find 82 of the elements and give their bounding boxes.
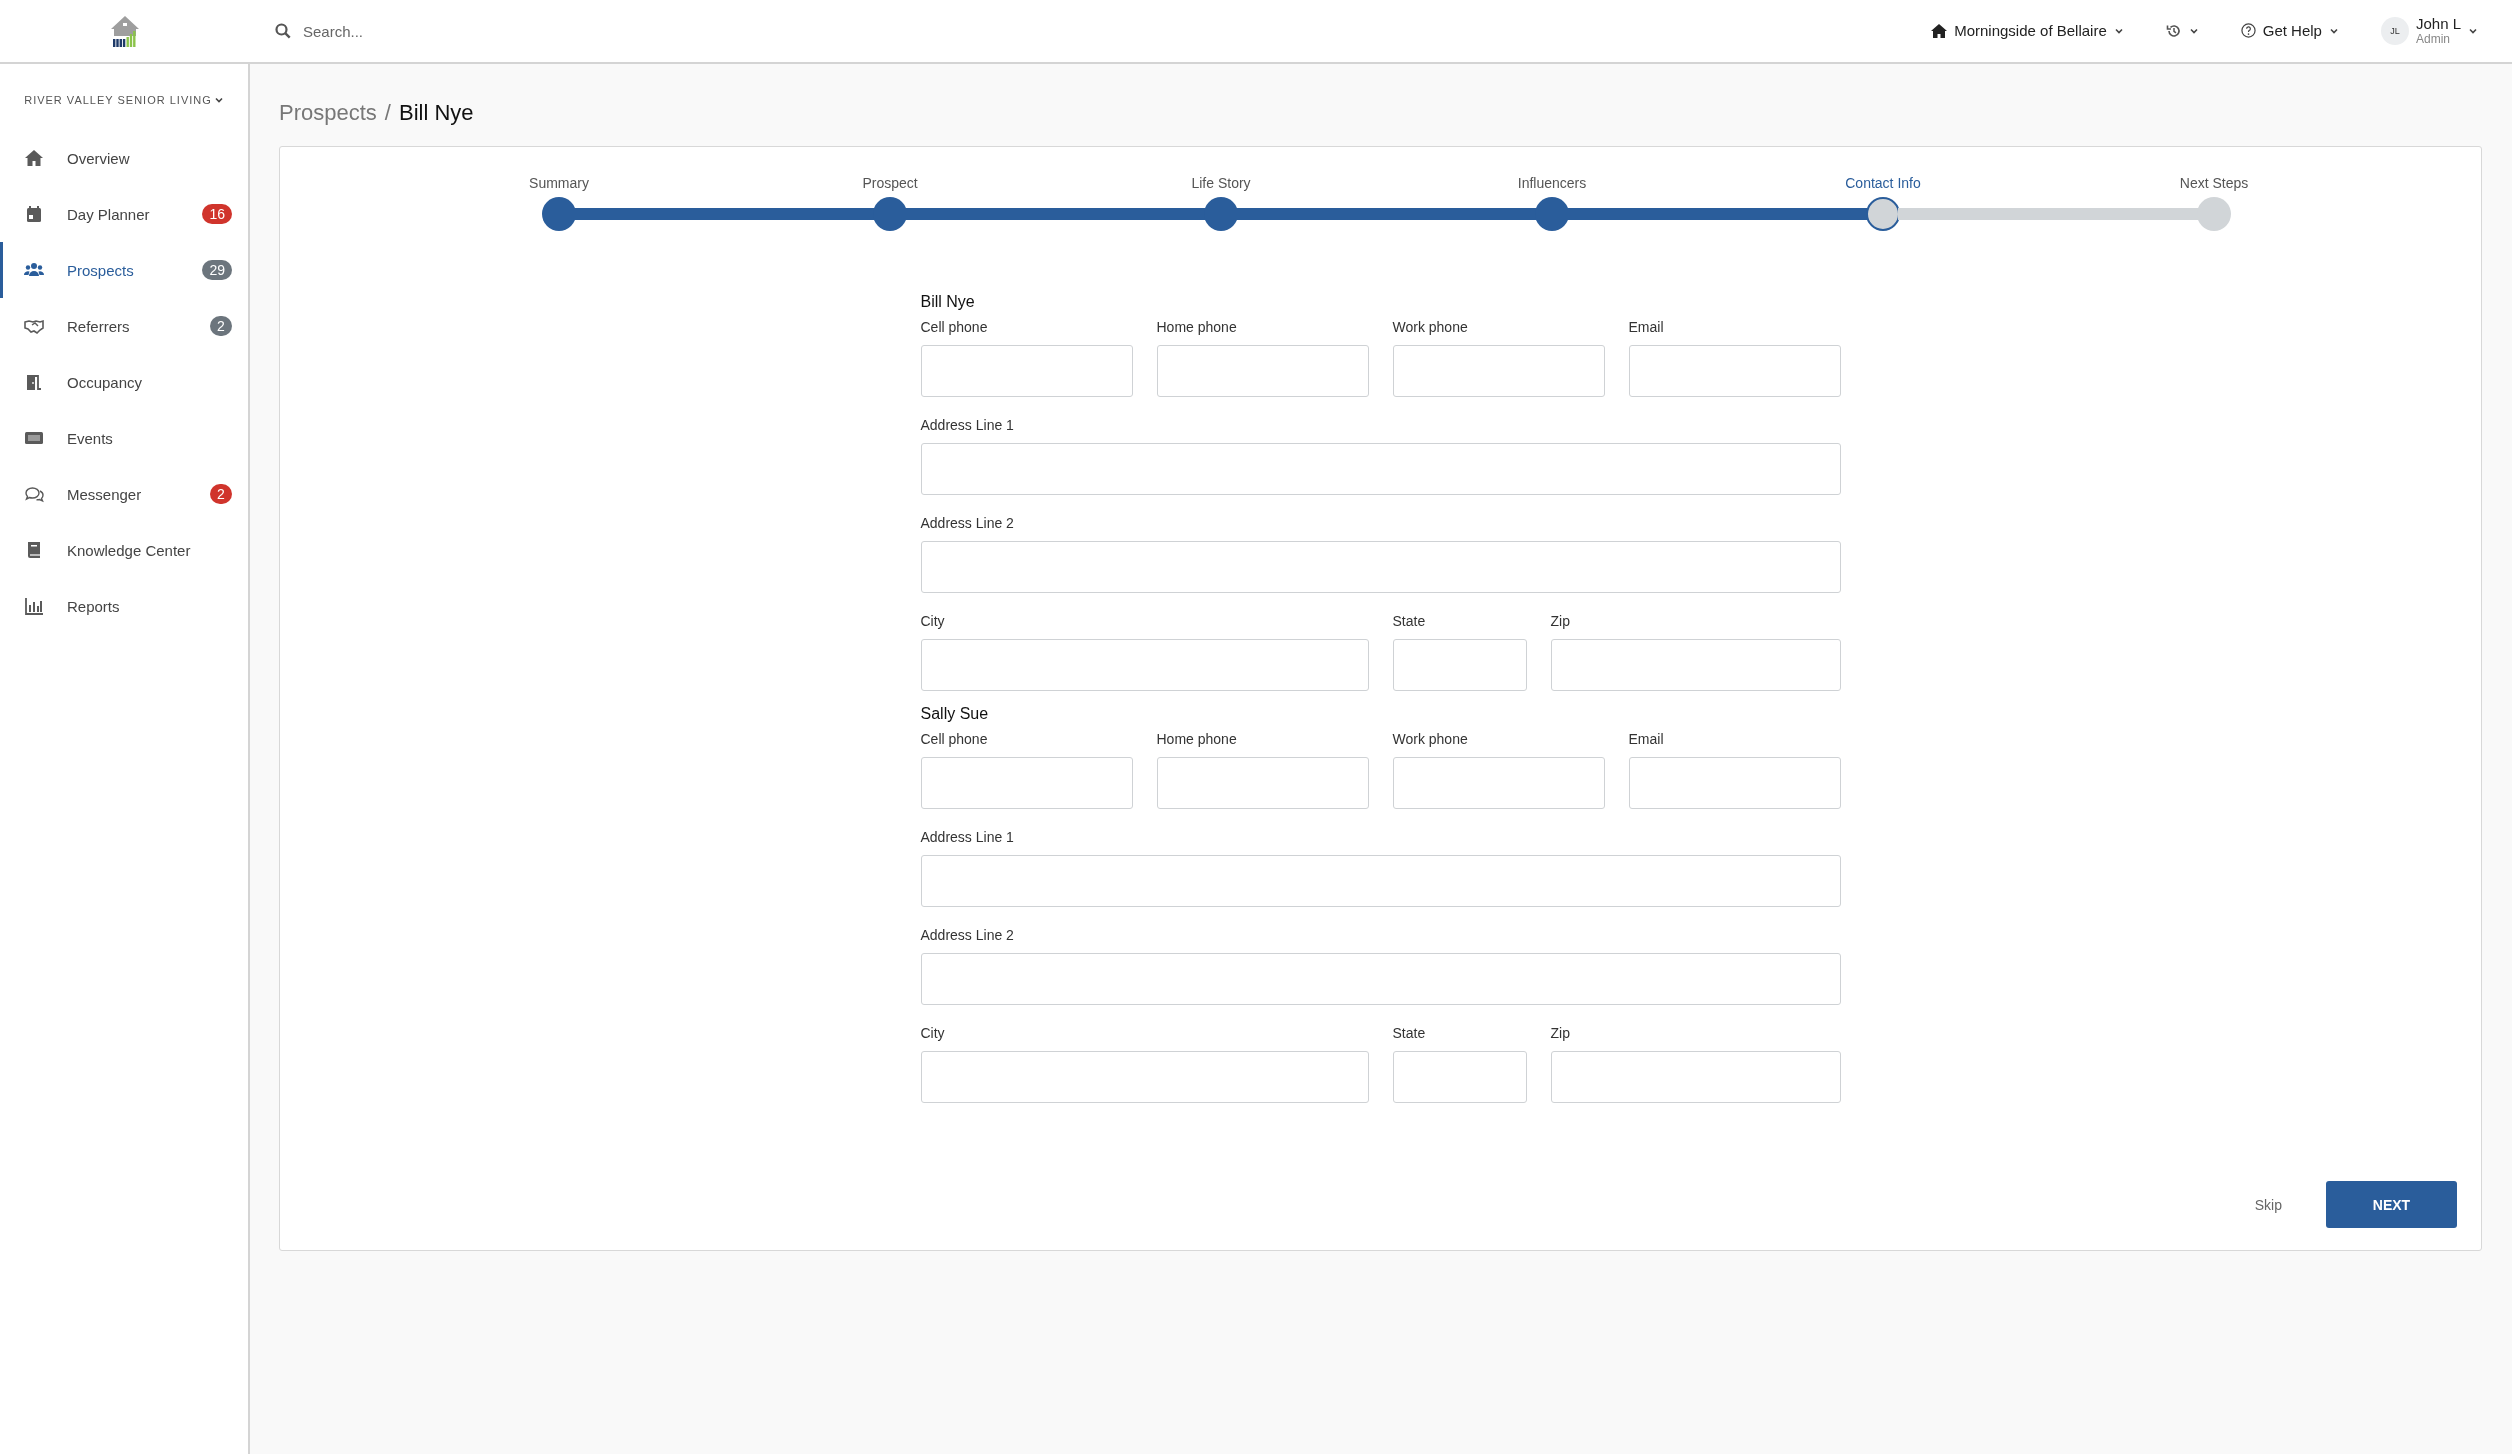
input-field[interactable]: [920, 443, 1841, 495]
count-badge: 2: [210, 316, 232, 336]
history-icon: [2165, 23, 2182, 39]
step-label: Life Story: [1191, 175, 1251, 191]
input-field[interactable]: [1392, 639, 1527, 691]
input-field[interactable]: [920, 541, 1841, 593]
step-marker[interactable]: [1866, 197, 1900, 231]
search-field[interactable]: Search...: [301, 21, 605, 41]
field-label: Home phone: [1156, 731, 1238, 747]
skip-button[interactable]: Skip: [2246, 1190, 2290, 1219]
input-field[interactable]: [920, 855, 1841, 907]
help-dropdown[interactable]: Get Help: [2236, 18, 2343, 44]
chevron-down-icon: [2113, 26, 2124, 36]
help-icon: [2240, 23, 2256, 39]
sidebar-item[interactable]: Knowledge Center: [0, 522, 248, 578]
search-icon: [275, 23, 291, 39]
input-field[interactable]: [920, 1051, 1369, 1103]
input-field[interactable]: [1628, 345, 1841, 397]
field-label: State: [1392, 613, 1427, 629]
field-label: Address Line 2: [920, 927, 1015, 943]
field-label: Home phone: [1156, 319, 1238, 335]
input-field[interactable]: [1156, 757, 1369, 809]
count-badge: 29: [202, 260, 232, 280]
step-label: Contact Info: [1845, 175, 1921, 191]
input-field[interactable]: [1628, 757, 1841, 809]
contact-name: Sally Sue: [920, 705, 990, 723]
field-label: Address Line 2: [920, 515, 1015, 531]
input-field[interactable]: [920, 757, 1133, 809]
field-label: City: [920, 1025, 946, 1041]
bar-chart-icon: [23, 596, 45, 616]
field-label: Email: [1628, 731, 1665, 747]
field-label: Address Line 1: [920, 829, 1015, 845]
contact-name: Bill Nye: [920, 293, 976, 311]
field-label: Email: [1628, 319, 1665, 335]
user-menu[interactable]: JL John L Admin: [2376, 11, 2482, 51]
field-label: City: [920, 613, 946, 629]
house-icon: [1931, 24, 1948, 38]
input-field[interactable]: [920, 953, 1841, 1005]
input-field[interactable]: [1392, 345, 1605, 397]
field-label: Cell phone: [920, 319, 989, 335]
field-label: Cell phone: [920, 731, 989, 747]
field-label: Zip: [1550, 1025, 1571, 1041]
sidebar-item[interactable]: Overview: [0, 130, 248, 186]
input-field[interactable]: [1156, 345, 1369, 397]
next-button[interactable]: NEXT: [2326, 1181, 2457, 1228]
chevron-down-icon: [2468, 26, 2478, 36]
count-badge: 16: [202, 204, 232, 224]
chevron-down-icon: [213, 95, 224, 105]
breadcrumb-separator: /: [384, 100, 391, 126]
input-field[interactable]: [1392, 757, 1605, 809]
field-label: State: [1392, 1025, 1427, 1041]
step-label: Summary: [529, 175, 589, 191]
field-label: Zip: [1550, 613, 1571, 629]
organization-dropdown[interactable]: RIVER VALLEY SENIOR LIVING: [22, 92, 226, 108]
step-label: Next Steps: [2179, 175, 2249, 191]
sidebar-item[interactable]: Prospects 29: [0, 242, 248, 298]
input-field[interactable]: [1392, 1051, 1527, 1103]
input-field[interactable]: [1550, 639, 1841, 691]
sidebar-item[interactable]: Reports: [0, 578, 248, 634]
input-field[interactable]: [920, 345, 1133, 397]
sidebar-item[interactable]: Occupancy: [0, 354, 248, 410]
breadcrumb-link[interactable]: Prospects: [279, 100, 377, 126]
chevron-down-icon: [2188, 26, 2199, 36]
input-field[interactable]: [920, 639, 1369, 691]
breadcrumb-current: Bill Nye: [398, 100, 474, 126]
house-icon: [23, 148, 45, 168]
count-badge: 2: [210, 484, 232, 504]
location-dropdown[interactable]: Morningside of Bellaire: [1927, 18, 2128, 44]
sidebar-item[interactable]: Messenger 2: [0, 466, 248, 522]
field-label: Work phone: [1392, 319, 1469, 335]
step-label: Influencers: [1517, 175, 1587, 191]
field-label: Address Line 1: [920, 417, 1015, 433]
field-label: Work phone: [1392, 731, 1469, 747]
sidebar-item[interactable]: Day Planner 16: [0, 186, 248, 242]
step-marker[interactable]: [542, 197, 576, 231]
step-marker[interactable]: [2197, 197, 2231, 231]
sidebar-item[interactable]: Referrers 2: [0, 298, 248, 354]
step-label: Prospect: [862, 175, 918, 191]
chevron-down-icon: [2328, 26, 2339, 36]
sidebar-item[interactable]: Events: [0, 410, 248, 466]
input-field[interactable]: [1550, 1051, 1841, 1103]
chat-bubbles-icon: [23, 484, 45, 504]
